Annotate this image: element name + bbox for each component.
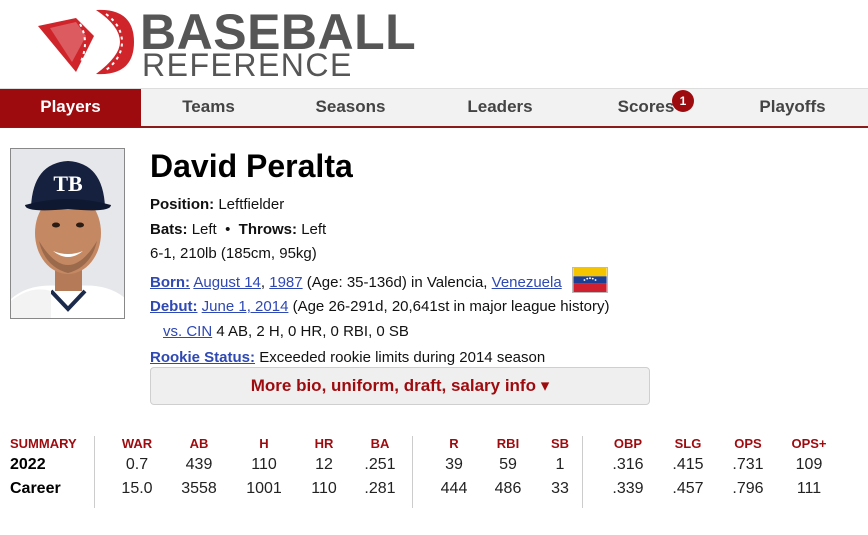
nav-item-seasons[interactable]: Seasons (276, 89, 425, 127)
debut-date-link[interactable]: June 1, 2014 (202, 298, 289, 315)
summary-stats: SUMMARY WAR AB H HR BA R RBI SB OBP SLG OPS OPS+ 2022… (10, 436, 860, 516)
stat-value: 1001 (246, 480, 282, 497)
rookie-status-text: Exceeded rookie limits during 2014 seaso… (259, 349, 546, 366)
baseball-logo-icon (38, 9, 134, 75)
position-label: Position: (150, 196, 215, 213)
nav-item-teams[interactable]: Teams (141, 89, 276, 127)
stat-column-header: H (259, 436, 269, 451)
born-country-link[interactable]: Venezuela (492, 274, 562, 291)
bats-label: Bats: (150, 220, 188, 238)
player-bio: Position: Leftfielder Bats: Left • Throw… (150, 193, 609, 371)
stat-column-header: WAR (121, 436, 153, 451)
debut-game-line: vs. CIN 4 AB, 2 H, 0 HR, 0 RBI, 0 SB (150, 320, 609, 345)
stat-value: 33 (551, 480, 569, 497)
stat-column-header: AB (189, 436, 209, 451)
nav-item-players[interactable]: Players (0, 89, 141, 127)
born-label-link[interactable]: Born: (150, 274, 190, 291)
born-age-text: (Age: 35-136d) in Valencia, (306, 273, 488, 291)
stat-value: 3558 (181, 480, 217, 497)
more-bio-button[interactable]: More bio, uniform, draft, salary info ▾ (150, 367, 650, 405)
svg-text:TB: TB (53, 171, 83, 196)
nav-item-scores[interactable]: Scores 1 (575, 89, 717, 127)
bats-throws-line: Bats: Left • Throws: Left (150, 218, 609, 243)
stat-column-header: SLG (674, 436, 702, 451)
stat-value: 1 (555, 456, 565, 473)
debut-opponent-link[interactable]: vs. CIN (163, 323, 212, 340)
stat-value: 486 (494, 480, 522, 497)
summary-header-label: SUMMARY (10, 436, 77, 451)
stat-value: 111 (796, 480, 822, 497)
stat-value: .251 (364, 456, 396, 473)
stat-value: 110 (251, 456, 277, 473)
stat-column-header: R (449, 436, 459, 451)
nav-item-label: Leaders (467, 97, 533, 116)
stat-value: 439 (185, 456, 213, 473)
main-nav: Players Teams Seasons Leaders Scores 1 P… (0, 88, 868, 128)
stat-column-header: HR (314, 436, 334, 451)
stat-value: .796 (732, 480, 764, 497)
position-line: Position: Leftfielder (150, 193, 609, 218)
logo-text-reference: REFERENCE (142, 47, 353, 83)
born-line: Born: August 14, 1987 (Age: 35-136d) in … (150, 266, 609, 296)
size-line: 6-1, 210lb (185cm, 95kg) (150, 245, 317, 262)
nav-item-label: Seasons (315, 97, 386, 116)
stat-column-header: BA (370, 436, 390, 451)
stat-value: .339 (612, 480, 644, 497)
nav-item-label: Players (40, 97, 101, 116)
stat-value: .457 (672, 480, 704, 497)
stats-divider (412, 436, 413, 508)
born-year-link[interactable]: 1987 (269, 274, 302, 291)
throws-value: Left (301, 220, 327, 238)
bats-value: Left (191, 220, 217, 238)
stat-value: .731 (732, 456, 764, 473)
stat-column-header: OBP (613, 436, 643, 451)
stat-column-header: RBI (496, 436, 520, 451)
debut-label-link[interactable]: Debut: (150, 298, 198, 315)
stat-value: 15.0 (121, 480, 153, 497)
born-date-link[interactable]: August 14 (193, 274, 261, 291)
rookie-status-link[interactable]: Rookie Status: (150, 349, 255, 366)
summary-row-label: Career (10, 480, 61, 497)
stat-value: 59 (499, 456, 517, 473)
position-value: Leftfielder (218, 196, 285, 213)
nav-item-label: Scores (617, 97, 675, 116)
stat-column-header: SB (550, 436, 570, 451)
stat-value: .316 (612, 456, 644, 473)
nav-item-playoffs[interactable]: Playoffs (717, 89, 868, 127)
stats-divider (94, 436, 95, 508)
stat-value: 12 (315, 456, 333, 473)
bullet-separator: • (225, 220, 231, 238)
nav-item-leaders[interactable]: Leaders (425, 89, 575, 127)
stat-value: .281 (364, 480, 396, 497)
venezuela-flag-icon (571, 266, 608, 293)
scores-count-badge: 1 (672, 90, 694, 112)
stat-value: 109 (795, 456, 823, 473)
nav-item-label: Teams (182, 97, 235, 116)
debut-game-stats: 4 AB, 2 H, 0 HR, 0 RBI, 0 SB (216, 322, 409, 340)
stat-value: 444 (440, 480, 468, 497)
stat-value: 110 (311, 480, 337, 497)
stat-value: 0.7 (125, 456, 149, 473)
player-headshot: TB (10, 148, 125, 319)
stat-column-header: OPS+ (791, 436, 827, 451)
stat-value: .415 (672, 456, 704, 473)
nav-item-label: Playoffs (759, 97, 826, 116)
stat-value: 39 (445, 456, 463, 473)
debut-info-text: (Age 26-291d, 20,641st in major league h… (292, 298, 610, 315)
stat-column-header: OPS (734, 436, 762, 451)
debut-line: Debut: June 1, 2014 (Age 26-291d, 20,641… (150, 295, 609, 320)
summary-row-label: 2022 (10, 456, 46, 473)
player-name: David Peralta (150, 148, 353, 184)
site-logo[interactable]: BASEBALL REFERENCE (36, 6, 436, 82)
throws-label: Throws: (238, 220, 298, 238)
player-headshot-icon: TB (11, 149, 124, 318)
